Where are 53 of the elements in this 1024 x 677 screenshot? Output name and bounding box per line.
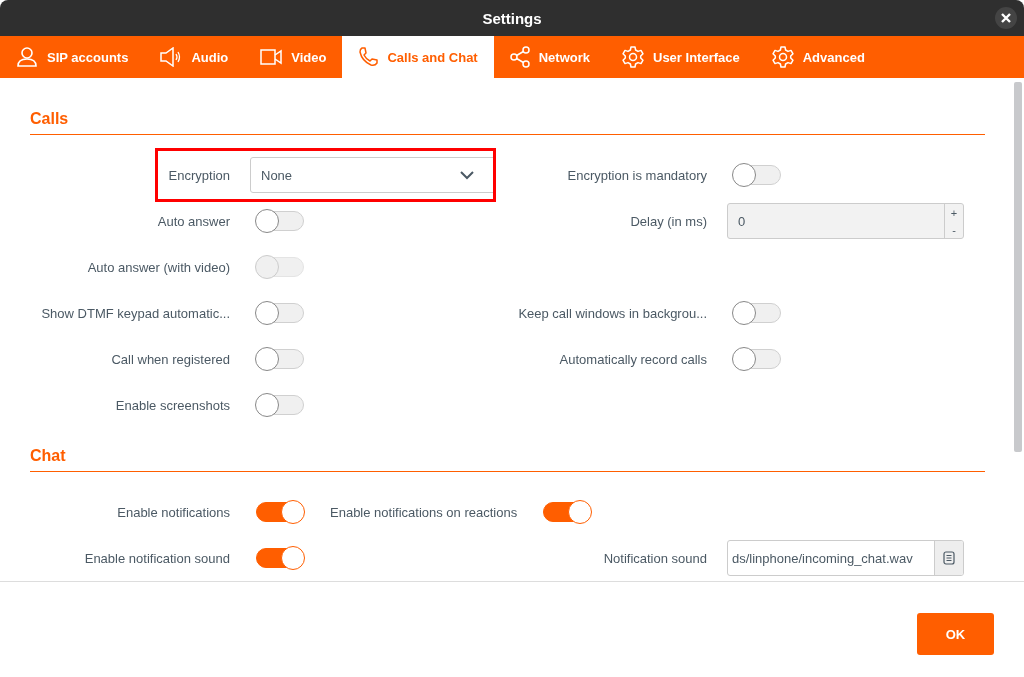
window-title: Settings bbox=[482, 9, 542, 27]
toggle-switch[interactable] bbox=[256, 502, 304, 522]
close-button[interactable] bbox=[995, 7, 1017, 29]
user-icon bbox=[16, 46, 38, 68]
phone-icon bbox=[358, 47, 379, 67]
tab[interactable]: Advanced bbox=[755, 36, 881, 78]
setting-label: Enable notifications bbox=[117, 504, 230, 520]
file-path-field[interactable]: ds/linphone/incoming_chat.wav bbox=[727, 540, 964, 576]
toggle-switch[interactable] bbox=[256, 211, 304, 231]
setting-label: Notification sound bbox=[603, 550, 707, 566]
tab[interactable]: SIP accounts bbox=[0, 36, 145, 78]
setting-label: Automatically record calls bbox=[559, 351, 707, 367]
settings-icon bbox=[771, 46, 794, 68]
tab[interactable]: Network bbox=[493, 36, 606, 78]
tab[interactable]: Calls and Chat bbox=[342, 36, 494, 78]
settings-icon bbox=[622, 46, 644, 68]
tab[interactable]: User Interface bbox=[606, 36, 756, 78]
tab[interactable]: Video bbox=[244, 36, 343, 78]
browse-button[interactable] bbox=[934, 541, 963, 575]
delay-spinbox[interactable]: 0 + - bbox=[727, 203, 964, 239]
setting-label: Enable notifications on reactions bbox=[330, 505, 518, 520]
document-icon bbox=[943, 551, 955, 565]
toggle-switch[interactable] bbox=[256, 303, 304, 323]
scrollbar[interactable] bbox=[1014, 82, 1022, 452]
encryption-dropdown[interactable]: None bbox=[250, 157, 496, 193]
chevron-down-icon bbox=[460, 170, 474, 180]
speaker-icon bbox=[160, 47, 183, 67]
camera-icon bbox=[260, 49, 283, 65]
setting-label: Encryption bbox=[168, 167, 230, 183]
setting-label: Enable screenshots bbox=[115, 397, 230, 413]
section-title: Calls bbox=[30, 78, 985, 135]
toggle-switch[interactable] bbox=[733, 165, 781, 185]
setting-label: Auto answer bbox=[157, 213, 230, 229]
setting-label: Auto answer (with video) bbox=[87, 259, 230, 275]
increment-button[interactable]: + bbox=[945, 204, 963, 221]
setting-label: Call when registered bbox=[111, 351, 230, 367]
toggle-switch[interactable] bbox=[543, 502, 592, 522]
setting-label: Show DTMF keypad automatic... bbox=[41, 305, 230, 321]
setting-label: Encryption is mandatory bbox=[567, 167, 707, 183]
section-title: Chat bbox=[30, 428, 985, 472]
toggle-switch[interactable] bbox=[733, 303, 781, 323]
toggle-switch[interactable] bbox=[256, 548, 304, 568]
toggle-switch[interactable] bbox=[733, 349, 781, 369]
setting-label: Enable notification sound bbox=[84, 550, 230, 566]
ok-button[interactable]: OK bbox=[917, 613, 994, 655]
toggle-switch[interactable] bbox=[256, 395, 304, 415]
tab[interactable]: Audio bbox=[144, 36, 245, 78]
decrement-button[interactable]: - bbox=[945, 221, 963, 238]
setting-label: Delay (in ms) bbox=[630, 213, 707, 229]
setting-label: Keep call windows in backgrou... bbox=[518, 305, 707, 321]
close-icon bbox=[1001, 13, 1011, 23]
toggle-switch[interactable] bbox=[256, 349, 304, 369]
share-icon bbox=[509, 46, 530, 68]
